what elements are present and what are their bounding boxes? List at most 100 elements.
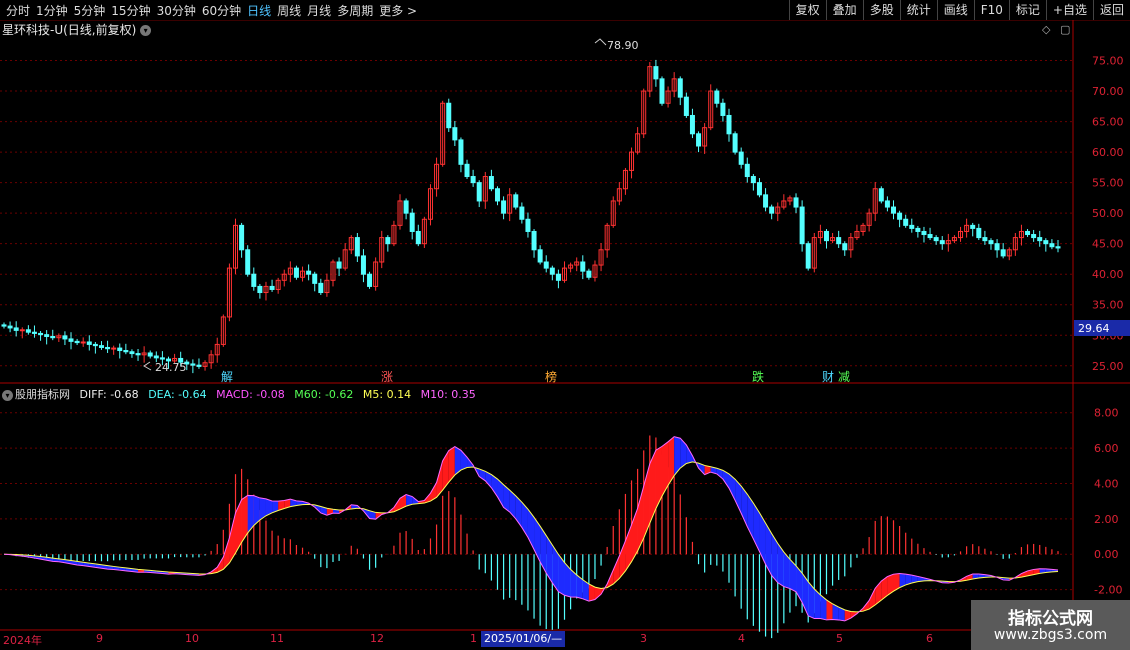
- candle-body: [555, 273, 561, 281]
- kline-chart[interactable]: 75.0070.0065.0060.0055.0050.0045.0040.00…: [0, 0, 1130, 650]
- candle-body: [159, 357, 165, 360]
- trend-band: [546, 535, 553, 583]
- candle-body: [312, 273, 318, 284]
- candle-body: [659, 78, 665, 104]
- candle-body: [1031, 234, 1037, 239]
- trend-band: [235, 499, 242, 553]
- candle-body: [525, 218, 531, 232]
- price-tick-label: 65.00: [1092, 116, 1124, 129]
- candle-body: [933, 237, 939, 242]
- candle-body: [726, 114, 732, 135]
- candle-body: [446, 102, 452, 129]
- candle-body: [1025, 230, 1031, 236]
- candle-body: [403, 200, 409, 214]
- indicator-tick-label: 4.00: [1094, 477, 1119, 490]
- candle-body: [714, 90, 720, 104]
- date-label: 3: [640, 632, 647, 645]
- candle-body: [251, 273, 257, 287]
- candle-body: [62, 335, 68, 340]
- date-label: 5: [836, 632, 843, 645]
- candle-body: [891, 206, 897, 214]
- candle-body: [31, 331, 37, 334]
- indicator-name: 股朋指标网: [15, 388, 70, 401]
- candle-body: [970, 224, 976, 229]
- event-label: 财: [822, 370, 834, 384]
- candle-body: [842, 243, 848, 251]
- candle-body: [74, 340, 80, 344]
- candle-body: [689, 114, 695, 135]
- candle-body: [494, 188, 500, 202]
- candle-body: [269, 285, 275, 290]
- event-label: 涨: [381, 369, 393, 384]
- price-tick-label: 35.00: [1092, 299, 1124, 312]
- candle-body: [360, 255, 366, 275]
- candle-body: [805, 243, 811, 269]
- candle-body: [677, 78, 683, 98]
- candle-body: [385, 237, 391, 245]
- candle-body: [367, 273, 373, 287]
- date-label: 10: [185, 632, 199, 645]
- candle-body: [732, 133, 738, 153]
- price-tick-label: 60.00: [1092, 146, 1124, 159]
- price-tick-label: 75.00: [1092, 55, 1124, 68]
- chevron-down-icon[interactable]: ▾: [2, 389, 13, 401]
- candle-body: [903, 218, 909, 226]
- candle-body: [239, 224, 245, 251]
- trend-band: [540, 526, 547, 573]
- candle-body: [756, 182, 762, 196]
- event-label: 榜: [545, 369, 557, 384]
- grid: [0, 60, 1073, 591]
- indicator-legend[interactable]: ▾ 股朋指标网 DIFF: -0.68 DEA: -0.64 MACD: -0.0…: [2, 386, 482, 402]
- candle-body: [13, 327, 19, 331]
- watermark-url: www.zbgs3.com: [993, 627, 1108, 643]
- candle-body: [464, 163, 470, 178]
- candle-body: [190, 363, 196, 366]
- candle-body: [68, 338, 74, 342]
- candle-body: [921, 230, 927, 236]
- date-label: 6: [926, 632, 933, 645]
- price-tick-label: 25.00: [1092, 360, 1124, 373]
- candle-body: [318, 282, 324, 294]
- macd-value: MACD: -0.08: [216, 388, 285, 401]
- indicator: [3, 435, 1059, 639]
- candle-body: [117, 347, 123, 352]
- candle-body: [799, 206, 805, 245]
- candle-body: [683, 96, 689, 116]
- event-label: 跌: [752, 369, 764, 384]
- date-label: 1: [470, 632, 477, 645]
- candle-body: [513, 194, 519, 208]
- candle-body: [696, 133, 702, 147]
- diff-value: DIFF: -0.68: [79, 388, 139, 401]
- indicator-tick-label: 6.00: [1094, 442, 1119, 455]
- candle-body: [452, 127, 458, 141]
- m10-value: M10: 0.35: [420, 388, 476, 401]
- candle-body: [111, 347, 117, 350]
- date-cursor: 2025/01/06/—: [481, 631, 566, 647]
- candle-body: [50, 335, 56, 339]
- indicator-tick-label: 0.00: [1094, 548, 1119, 561]
- candle-body: [257, 285, 263, 294]
- candle-body: [909, 224, 915, 229]
- candle-body: [196, 364, 202, 367]
- candle-body: [476, 182, 482, 202]
- candle-body: [1049, 243, 1055, 248]
- candle-body: [86, 341, 92, 345]
- candle-body: [129, 351, 135, 355]
- event-markers: 解 涨 榜 跌 财减: [221, 369, 850, 384]
- candle-body: [135, 353, 141, 356]
- candle-body: [988, 240, 994, 245]
- indicator-tick-label: -2.00: [1094, 584, 1122, 597]
- date-label: 12: [370, 632, 384, 645]
- date-label: 11: [270, 632, 284, 645]
- candle-body: [653, 66, 659, 80]
- candle-body: [1055, 246, 1061, 249]
- m5-value: M5: 0.14: [362, 388, 412, 401]
- price-tick-label: 70.00: [1092, 85, 1124, 98]
- trend-band: [655, 446, 662, 509]
- candle-body: [793, 197, 799, 208]
- candle-body: [836, 237, 842, 245]
- indicator-axis: 8.00 6.00 4.00 2.00 0.00 -2.00: [1094, 407, 1122, 597]
- candle-body: [1043, 240, 1049, 245]
- trend-band: [765, 523, 772, 576]
- candle-body: [884, 200, 890, 208]
